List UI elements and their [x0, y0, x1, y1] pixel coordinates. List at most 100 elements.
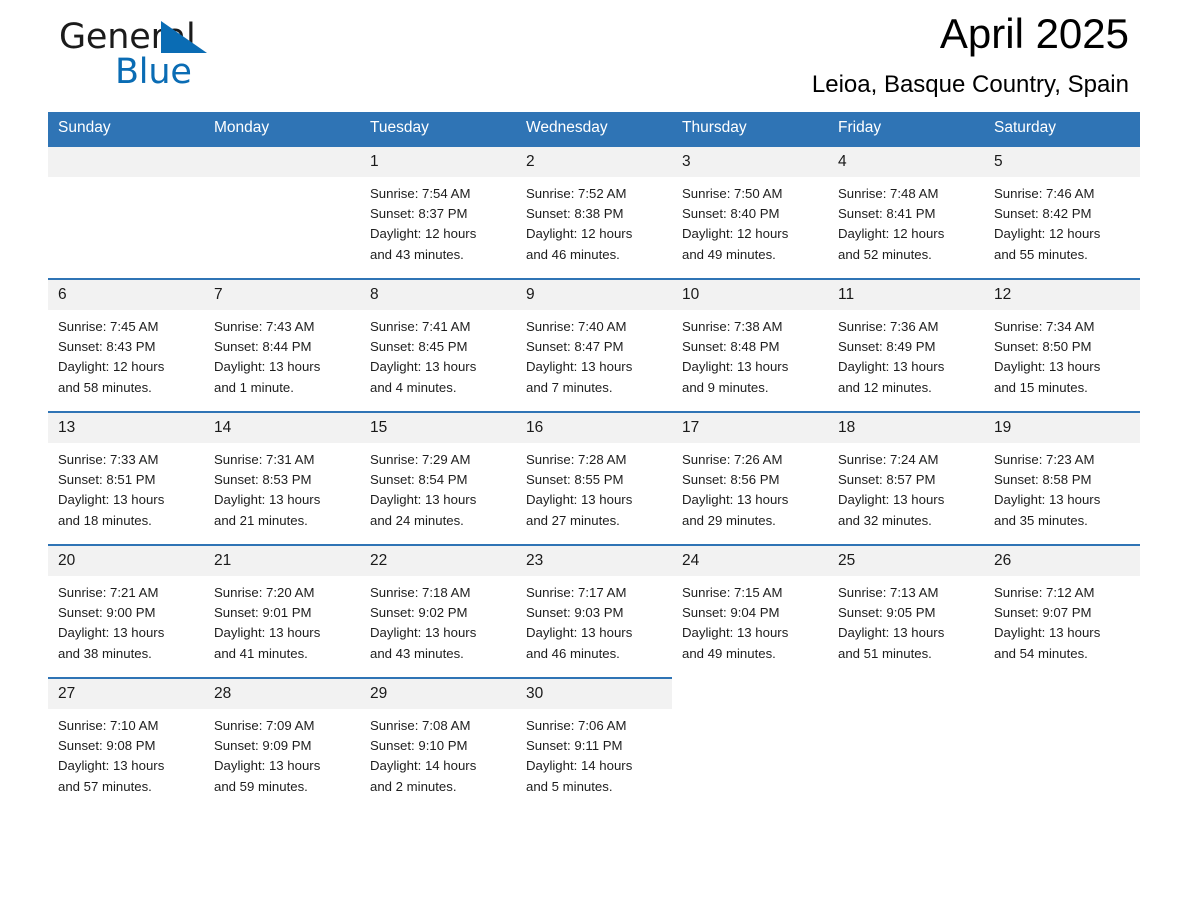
- calendar-day-cell[interactable]: 8 Sunrise: 7:41 AM Sunset: 8:45 PM Daylight…: [360, 278, 516, 411]
- calendar-day-cell[interactable]: [48, 145, 204, 278]
- day-details: Sunrise: 7:17 AM Sunset: 9:03 PM Daylight:…: [516, 576, 672, 664]
- calendar-day-cell[interactable]: [204, 145, 360, 278]
- day-number: 16: [516, 413, 672, 443]
- day-details: Sunrise: 7:52 AM Sunset: 8:38 PM Daylight:…: [516, 177, 672, 265]
- day-number: 21: [204, 546, 360, 576]
- day-detail-sunset: Sunset: 8:50 PM: [994, 339, 1092, 355]
- calendar-day-cell[interactable]: 4 Sunrise: 7:48 AM Sunset: 8:41 PM Daylight…: [828, 145, 984, 278]
- day-number: 8: [360, 280, 516, 310]
- day-cell-box: 10 Sunrise: 7:38 AM Sunset: 8:48 PM Dayligh…: [672, 278, 828, 411]
- weekday-header-friday: Friday: [828, 112, 984, 145]
- calendar-day-cell[interactable]: 10 Sunrise: 7:38 AM Sunset: 8:48 PM Dayligh…: [672, 278, 828, 411]
- calendar-day-cell[interactable]: [984, 677, 1140, 810]
- day-number: 14: [204, 413, 360, 443]
- day-cell-box: [48, 145, 204, 278]
- day-detail-daylight1: Daylight: 13 hours: [994, 359, 1101, 375]
- calendar-day-cell[interactable]: 7 Sunrise: 7:43 AM Sunset: 8:44 PM Daylight…: [204, 278, 360, 411]
- page-title: April 2025: [939, 10, 1129, 57]
- day-detail-daylight2: and 51 minutes.: [838, 645, 932, 661]
- day-detail-sunset: Sunset: 9:03 PM: [526, 605, 624, 621]
- day-cell-box: [672, 677, 828, 810]
- day-detail-sunrise: Sunrise: 7:45 AM: [58, 319, 159, 334]
- calendar-day-cell[interactable]: 22 Sunrise: 7:18 AM Sunset: 9:02 PM Dayligh…: [360, 544, 516, 677]
- day-details: Sunrise: 7:31 AM Sunset: 8:53 PM Daylight:…: [204, 443, 360, 531]
- day-detail-daylight1: Daylight: 12 hours: [370, 226, 477, 242]
- calendar-day-cell[interactable]: 28 Sunrise: 7:09 AM Sunset: 9:09 PM Dayligh…: [204, 677, 360, 810]
- calendar-day-cell[interactable]: 11 Sunrise: 7:36 AM Sunset: 8:49 PM Dayligh…: [828, 278, 984, 411]
- day-details: Sunrise: 7:23 AM Sunset: 8:58 PM Daylight:…: [984, 443, 1140, 531]
- calendar-day-cell[interactable]: 24 Sunrise: 7:15 AM Sunset: 9:04 PM Dayligh…: [672, 544, 828, 677]
- day-details: Sunrise: 7:41 AM Sunset: 8:45 PM Daylight:…: [360, 310, 516, 398]
- calendar-day-cell[interactable]: 15 Sunrise: 7:29 AM Sunset: 8:54 PM Dayligh…: [360, 411, 516, 544]
- day-detail-daylight1: Daylight: 13 hours: [214, 625, 321, 641]
- day-detail-daylight1: Daylight: 13 hours: [58, 625, 165, 641]
- day-detail-sunrise: Sunrise: 7:41 AM: [370, 319, 471, 334]
- day-detail-daylight1: Daylight: 13 hours: [214, 492, 321, 508]
- day-details: Sunrise: 7:28 AM Sunset: 8:55 PM Daylight:…: [516, 443, 672, 531]
- calendar-day-cell[interactable]: 13 Sunrise: 7:33 AM Sunset: 8:51 PM Dayligh…: [48, 411, 204, 544]
- day-details: Sunrise: 7:20 AM Sunset: 9:01 PM Daylight:…: [204, 576, 360, 664]
- day-detail-daylight2: and 43 minutes.: [370, 246, 464, 262]
- day-detail-daylight1: Daylight: 13 hours: [682, 492, 789, 508]
- calendar-day-cell[interactable]: 27 Sunrise: 7:10 AM Sunset: 9:08 PM Dayligh…: [48, 677, 204, 810]
- calendar-day-cell[interactable]: [672, 677, 828, 810]
- day-detail-sunset: Sunset: 8:37 PM: [370, 206, 468, 222]
- calendar-day-cell[interactable]: 14 Sunrise: 7:31 AM Sunset: 8:53 PM Dayligh…: [204, 411, 360, 544]
- calendar-day-cell[interactable]: 9 Sunrise: 7:40 AM Sunset: 8:47 PM Daylight…: [516, 278, 672, 411]
- calendar-day-cell[interactable]: 3 Sunrise: 7:50 AM Sunset: 8:40 PM Daylight…: [672, 145, 828, 278]
- day-detail-daylight1: Daylight: 13 hours: [58, 758, 165, 774]
- calendar-day-cell[interactable]: 1 Sunrise: 7:54 AM Sunset: 8:37 PM Daylight…: [360, 145, 516, 278]
- calendar-day-cell[interactable]: 2 Sunrise: 7:52 AM Sunset: 8:38 PM Daylight…: [516, 145, 672, 278]
- day-number: 9: [516, 280, 672, 310]
- day-detail-sunrise: Sunrise: 7:17 AM: [526, 585, 627, 600]
- weekday-header-tuesday: Tuesday: [360, 112, 516, 145]
- day-cell-box: 14 Sunrise: 7:31 AM Sunset: 8:53 PM Dayligh…: [204, 411, 360, 544]
- day-detail-sunset: Sunset: 8:48 PM: [682, 339, 780, 355]
- day-detail-daylight2: and 58 minutes.: [58, 379, 152, 395]
- day-detail-daylight1: Daylight: 12 hours: [58, 359, 165, 375]
- day-detail-sunset: Sunset: 8:54 PM: [370, 472, 468, 488]
- day-detail-sunset: Sunset: 8:43 PM: [58, 339, 156, 355]
- day-number: 29: [360, 679, 516, 709]
- day-detail-daylight2: and 24 minutes.: [370, 512, 464, 528]
- calendar-day-cell[interactable]: 21 Sunrise: 7:20 AM Sunset: 9:01 PM Dayligh…: [204, 544, 360, 677]
- day-details: Sunrise: 7:08 AM Sunset: 9:10 PM Daylight:…: [360, 709, 516, 797]
- calendar-day-cell[interactable]: 19 Sunrise: 7:23 AM Sunset: 8:58 PM Dayligh…: [984, 411, 1140, 544]
- calendar-day-cell[interactable]: 25 Sunrise: 7:13 AM Sunset: 9:05 PM Dayligh…: [828, 544, 984, 677]
- day-detail-sunrise: Sunrise: 7:43 AM: [214, 319, 315, 334]
- day-details: Sunrise: 7:21 AM Sunset: 9:00 PM Daylight:…: [48, 576, 204, 664]
- calendar-day-cell[interactable]: [828, 677, 984, 810]
- day-detail-daylight2: and 15 minutes.: [994, 379, 1088, 395]
- day-detail-sunset: Sunset: 8:55 PM: [526, 472, 624, 488]
- day-detail-daylight1: Daylight: 13 hours: [526, 359, 633, 375]
- day-cell-box: 11 Sunrise: 7:36 AM Sunset: 8:49 PM Dayligh…: [828, 278, 984, 411]
- calendar-day-cell[interactable]: 20 Sunrise: 7:21 AM Sunset: 9:00 PM Dayligh…: [48, 544, 204, 677]
- day-cell-box: [828, 677, 984, 810]
- general-blue-logo[interactable]: General Blue: [59, 16, 279, 102]
- calendar-day-cell[interactable]: 18 Sunrise: 7:24 AM Sunset: 8:57 PM Dayligh…: [828, 411, 984, 544]
- calendar-day-cell[interactable]: 30 Sunrise: 7:06 AM Sunset: 9:11 PM Dayligh…: [516, 677, 672, 810]
- day-details: Sunrise: 7:12 AM Sunset: 9:07 PM Daylight:…: [984, 576, 1140, 664]
- calendar-day-cell[interactable]: 6 Sunrise: 7:45 AM Sunset: 8:43 PM Daylight…: [48, 278, 204, 411]
- day-detail-sunset: Sunset: 8:58 PM: [994, 472, 1092, 488]
- calendar-day-cell[interactable]: 17 Sunrise: 7:26 AM Sunset: 8:56 PM Dayligh…: [672, 411, 828, 544]
- calendar-day-cell[interactable]: 16 Sunrise: 7:28 AM Sunset: 8:55 PM Dayligh…: [516, 411, 672, 544]
- day-detail-daylight2: and 9 minutes.: [682, 379, 769, 395]
- day-number: 2: [516, 147, 672, 177]
- calendar-day-cell[interactable]: 12 Sunrise: 7:34 AM Sunset: 8:50 PM Dayligh…: [984, 278, 1140, 411]
- calendar-day-cell[interactable]: 26 Sunrise: 7:12 AM Sunset: 9:07 PM Dayligh…: [984, 544, 1140, 677]
- day-detail-daylight2: and 59 minutes.: [214, 778, 308, 794]
- day-cell-box: 23 Sunrise: 7:17 AM Sunset: 9:03 PM Dayligh…: [516, 544, 672, 677]
- calendar-week-row: 20 Sunrise: 7:21 AM Sunset: 9:00 PM Dayligh…: [48, 544, 1140, 677]
- calendar-day-cell[interactable]: 29 Sunrise: 7:08 AM Sunset: 9:10 PM Dayligh…: [360, 677, 516, 810]
- day-details: Sunrise: 7:40 AM Sunset: 8:47 PM Daylight:…: [516, 310, 672, 398]
- calendar-week-row: 13 Sunrise: 7:33 AM Sunset: 8:51 PM Dayligh…: [48, 411, 1140, 544]
- calendar-day-cell[interactable]: 5 Sunrise: 7:46 AM Sunset: 8:42 PM Daylight…: [984, 145, 1140, 278]
- day-cell-box: 5 Sunrise: 7:46 AM Sunset: 8:42 PM Daylight…: [984, 145, 1140, 278]
- day-number: 15: [360, 413, 516, 443]
- day-detail-sunset: Sunset: 9:09 PM: [214, 738, 312, 754]
- calendar-day-cell[interactable]: 23 Sunrise: 7:17 AM Sunset: 9:03 PM Dayligh…: [516, 544, 672, 677]
- day-number: 30: [516, 679, 672, 709]
- day-cell-box: 22 Sunrise: 7:18 AM Sunset: 9:02 PM Dayligh…: [360, 544, 516, 677]
- weekday-header-wednesday: Wednesday: [516, 112, 672, 145]
